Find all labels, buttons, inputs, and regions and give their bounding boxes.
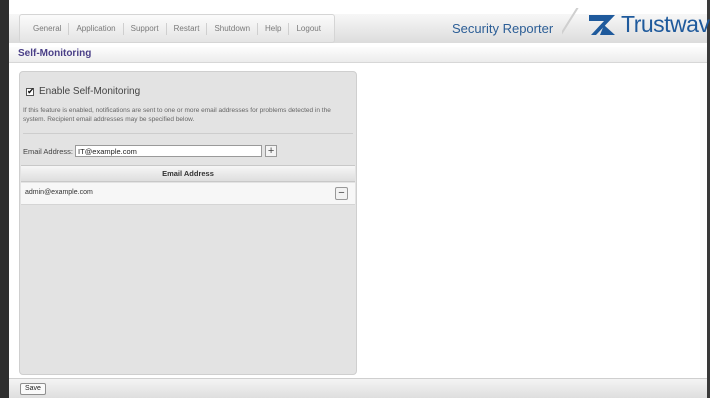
enable-self-monitoring-label: Enable Self-Monitoring xyxy=(39,86,141,97)
enable-row: Enable Self-Monitoring xyxy=(26,86,140,97)
nav-application[interactable]: Application xyxy=(69,22,124,35)
nav-shutdown[interactable]: Shutdown xyxy=(207,22,259,35)
save-button[interactable]: Save xyxy=(20,383,46,395)
remove-email-button[interactable]: − xyxy=(335,187,348,200)
nav-restart[interactable]: Restart xyxy=(167,22,208,35)
product-title: Security Reporter xyxy=(452,21,554,36)
footer-bar: Save xyxy=(9,378,707,398)
email-address-input[interactable] xyxy=(75,145,263,157)
email-table-header: Email Address xyxy=(21,165,355,182)
section-divider xyxy=(23,133,353,134)
email-entry-row: Email Address: + xyxy=(23,145,278,157)
table-row: admin@example.com − xyxy=(21,183,355,205)
page-title: Self-Monitoring xyxy=(18,48,92,59)
window-left-edge xyxy=(0,0,9,398)
add-email-button[interactable]: + xyxy=(265,145,278,157)
app-header: General Application Support Restart Shut… xyxy=(9,0,710,48)
trustwave-logo-icon xyxy=(587,14,617,36)
self-monitoring-panel: Enable Self-Monitoring If this feature i… xyxy=(19,71,357,375)
page-title-bar: Self-Monitoring xyxy=(9,47,707,63)
enable-self-monitoring-checkbox[interactable] xyxy=(26,86,35,97)
brand-separator xyxy=(562,8,588,48)
main-nav: General Application Support Restart Shut… xyxy=(19,14,335,43)
trustwave-logo: Trustwave ® xyxy=(587,11,710,38)
logo-text: Trustwave xyxy=(621,11,710,37)
feature-description: If this feature is enabled, notification… xyxy=(23,107,331,123)
nav-support[interactable]: Support xyxy=(124,22,167,35)
row-email-address: admin@example.com xyxy=(25,189,93,196)
email-address-label: Email Address: xyxy=(23,146,74,156)
nav-logout[interactable]: Logout xyxy=(289,23,327,35)
nav-help[interactable]: Help xyxy=(258,22,290,35)
nav-general[interactable]: General xyxy=(26,22,70,35)
